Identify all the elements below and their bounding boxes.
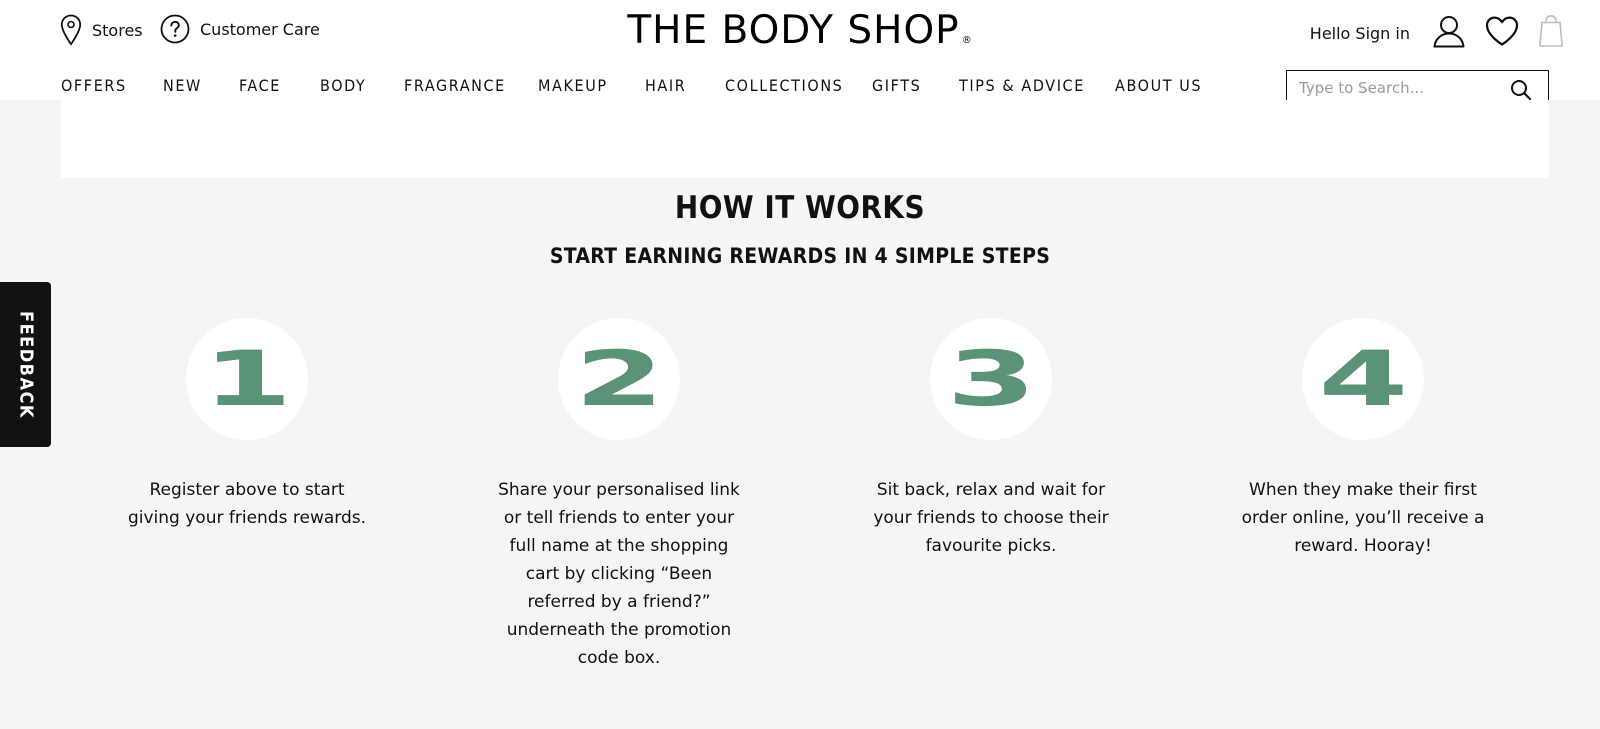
step-number: 3 xyxy=(946,334,1036,423)
step-number-circle: 2 xyxy=(558,318,680,440)
feedback-label: FEEDBACK xyxy=(15,310,36,419)
nav-item-tips-advice[interactable]: TIPS & ADVICE xyxy=(959,76,1115,95)
nav-item-fragrance[interactable]: FRAGRANCE xyxy=(404,76,538,95)
step-card: 2 Share your personalised link or tell f… xyxy=(489,318,749,672)
step-number: 1 xyxy=(202,334,292,423)
step-card: 4 When they make their first order onlin… xyxy=(1233,318,1493,560)
step-description: When they make their first order online,… xyxy=(1241,480,1485,556)
sign-in-link[interactable]: Hello Sign in xyxy=(1310,24,1410,43)
step-card: 3 Sit back, relax and wait for your frie… xyxy=(861,318,1121,560)
step-number: 2 xyxy=(574,334,664,423)
logo-text: THE BODY SHOP xyxy=(627,8,960,53)
content-panel xyxy=(61,100,1549,178)
feedback-tab[interactable]: FEEDBACK xyxy=(0,282,51,447)
heart-icon[interactable] xyxy=(1484,15,1520,51)
step-number-circle: 3 xyxy=(930,318,1052,440)
step-description: Register above to start giving your frie… xyxy=(127,480,367,528)
nav-item-collections[interactable]: COLLECTIONS xyxy=(725,76,872,95)
nav-item-face[interactable]: FACE xyxy=(239,76,320,95)
logo-registered-mark: ® xyxy=(961,35,973,46)
nav-item-gifts[interactable]: GIFTS xyxy=(872,76,959,95)
section-subtitle: START EARNING REWARDS IN 4 SIMPLE STEPS xyxy=(549,244,1051,268)
step-number-circle: 1 xyxy=(186,318,308,440)
nav-item-hair[interactable]: HAIR xyxy=(645,76,725,95)
user-icon[interactable] xyxy=(1432,14,1466,52)
section-title: HOW IT WORKS xyxy=(674,190,926,226)
site-header: Stores Customer Care THE BODY SHOP ® Hell… xyxy=(0,0,1600,108)
nav-item-body[interactable]: BODY xyxy=(320,76,404,95)
account-area: Hello Sign in xyxy=(1310,14,1564,52)
nav-item-new[interactable]: NEW xyxy=(163,76,239,95)
nav-item-offers[interactable]: OFFERS xyxy=(61,76,163,95)
nav-item-about-us[interactable]: ABOUT US xyxy=(1115,76,1225,95)
step-number: 4 xyxy=(1318,334,1408,423)
nav-item-makeup[interactable]: MAKEUP xyxy=(538,76,645,95)
step-description: Sit back, relax and wait for your friend… xyxy=(873,480,1109,556)
step-description: Share your personalised link or tell fri… xyxy=(498,480,740,668)
shopping-bag-icon[interactable] xyxy=(1538,14,1564,52)
main-navigation: OFFERS NEW FACE BODY FRAGRANCE MAKEUP HA… xyxy=(61,76,1225,95)
step-card: 1 Register above to start giving your fr… xyxy=(117,318,377,532)
step-number-circle: 4 xyxy=(1302,318,1424,440)
